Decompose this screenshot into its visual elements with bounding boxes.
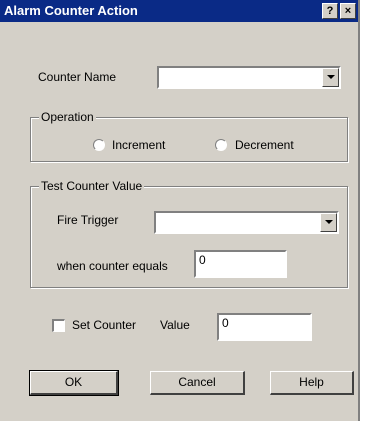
counter-name-label: Counter Name [38, 70, 117, 84]
when-equals-value: 0 [199, 253, 206, 267]
alarm-counter-dialog: Alarm Counter Action ? × Counter Name Op… [0, 0, 360, 421]
test-counter-group-title: Test Counter Value [39, 179, 145, 193]
chevron-down-icon[interactable] [320, 213, 337, 232]
decrement-radio[interactable] [215, 139, 227, 151]
title-bar: Alarm Counter Action ? × [0, 0, 358, 22]
increment-label[interactable]: Increment [112, 138, 165, 152]
operation-group: Operation Increment Decrement [30, 110, 348, 162]
decrement-label[interactable]: Decrement [235, 138, 294, 152]
when-equals-label: when counter equals [57, 259, 168, 273]
ok-button[interactable]: OK [29, 370, 119, 396]
set-counter-checkbox[interactable] [52, 319, 65, 332]
counter-name-combobox[interactable] [157, 66, 341, 89]
help-title-button[interactable]: ? [322, 3, 338, 19]
test-counter-group: Test Counter Value Fire Trigger when cou… [30, 179, 348, 288]
window-title: Alarm Counter Action [4, 3, 138, 18]
chevron-down-icon[interactable] [322, 68, 339, 87]
close-icon[interactable]: × [340, 3, 356, 19]
set-counter-value-input[interactable]: 0 [217, 313, 312, 341]
set-counter-label[interactable]: Set Counter [72, 318, 136, 332]
when-equals-input[interactable]: 0 [194, 250, 287, 278]
operation-group-title: Operation [39, 110, 96, 124]
increment-radio[interactable] [93, 139, 105, 151]
set-counter-value: 0 [222, 316, 229, 330]
fire-trigger-label: Fire Trigger [57, 213, 119, 227]
help-button[interactable]: Help [270, 371, 354, 395]
cancel-button[interactable]: Cancel [150, 371, 245, 395]
value-label: Value [160, 318, 190, 332]
fire-trigger-combobox[interactable] [154, 211, 339, 234]
